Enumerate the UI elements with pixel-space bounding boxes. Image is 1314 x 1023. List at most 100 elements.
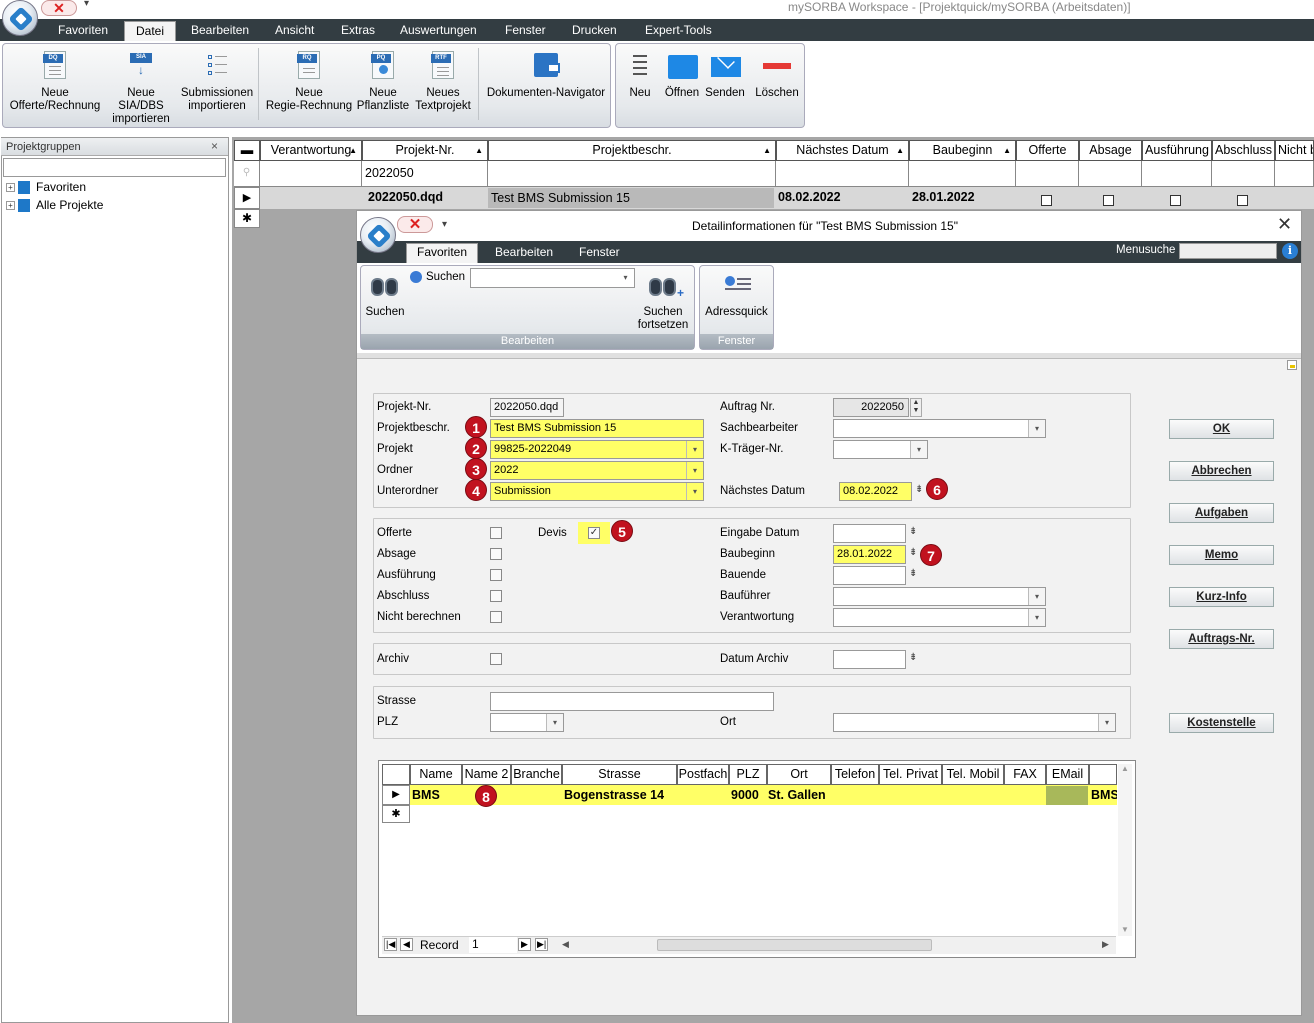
menu-ansicht[interactable]: Ansicht [275, 19, 314, 41]
col-plz[interactable]: PLZ [729, 764, 767, 785]
filter-projekt-nr[interactable]: 2022050 [362, 161, 488, 187]
menu-fenster[interactable]: Fenster [505, 19, 546, 41]
next-record-icon[interactable]: ▶ [518, 938, 531, 951]
cell-plz[interactable]: 9000 [731, 785, 759, 805]
chevron-down-icon[interactable]: ▾ [1028, 588, 1045, 605]
dialog-menu-bearbeiten[interactable]: Bearbeiten [495, 241, 553, 263]
strasse-field[interactable] [490, 692, 774, 711]
cell-ort[interactable]: St. Gallen [768, 785, 826, 805]
col-name[interactable]: Name [410, 764, 462, 785]
menu-extras[interactable]: Extras [341, 19, 375, 41]
import-submissions-button[interactable]: Submissionen importieren [180, 51, 254, 113]
col-baubeginn[interactable]: Baubeginn ▲ [909, 140, 1016, 161]
checkbox-abschluss[interactable] [1237, 193, 1248, 207]
baubeginn-field[interactable]: 28.01.2022 [833, 545, 906, 564]
col-fax[interactable]: FAX [1004, 764, 1046, 785]
last-record-icon[interactable]: ▶| [535, 938, 549, 951]
col-email[interactable]: EMail [1046, 764, 1089, 785]
new-plant-list-button[interactable]: PQ Neue Pflanzliste [355, 51, 411, 113]
filter-projektbeschr[interactable] [488, 161, 776, 187]
kostenstelle-button[interactable]: Kostenstelle [1169, 713, 1274, 733]
naechstes-datum-field[interactable]: 08.02.2022 [839, 482, 912, 501]
group-search-input[interactable] [3, 158, 226, 177]
chevron-down-icon[interactable]: ▾ [686, 441, 703, 458]
quick-access-icon[interactable]: ▾ [84, 0, 89, 9]
ausfuehrung-checkbox[interactable] [490, 569, 502, 581]
new-text-project-button[interactable]: RTF Neues Textprojekt [413, 51, 473, 113]
open-button[interactable]: Öffnen [661, 51, 703, 100]
import-sia-button[interactable]: SIA ↓ Neue SIA/DBS importieren [104, 51, 178, 126]
abbrechen-button[interactable]: Abbrechen [1169, 461, 1274, 481]
date-picker-icon[interactable]: ⇟ [915, 484, 923, 495]
row-pointer-icon[interactable]: ▶ [382, 785, 410, 805]
chevron-down-icon[interactable]: ▾ [1028, 420, 1045, 437]
info-icon[interactable]: i [1282, 243, 1298, 259]
col-name2[interactable]: Name 2 [462, 764, 511, 785]
kurz-info-button[interactable]: Kurz-Info [1169, 587, 1274, 607]
nicht-berechnen-checkbox[interactable] [490, 611, 502, 623]
spin-icon[interactable]: ▲ ▼ [910, 398, 922, 417]
filter-baubeginn[interactable] [909, 161, 1016, 187]
col-strasse[interactable]: Strasse [562, 764, 677, 785]
app-logo-icon[interactable] [360, 217, 396, 253]
dialog-menu-fenster[interactable]: Fenster [579, 241, 620, 263]
archiv-checkbox[interactable] [490, 653, 502, 665]
memo-button[interactable]: Memo [1169, 545, 1274, 565]
horizontal-scrollbar-thumb[interactable] [657, 939, 932, 951]
col-tel-privat[interactable]: Tel. Privat [879, 764, 942, 785]
cell-name[interactable]: BMS [412, 785, 440, 805]
col-telefon[interactable]: Telefon [831, 764, 879, 785]
chevron-down-icon[interactable]: ▾ [546, 714, 563, 731]
search-combo[interactable]: ▾ [470, 268, 635, 288]
chevron-down-icon[interactable]: ▾ [1028, 609, 1045, 626]
menu-drucken[interactable]: Drucken [572, 19, 617, 41]
unterordner-select[interactable]: Submission ▾ [490, 482, 704, 501]
col-verantwortung[interactable]: Verantwortung ▲ [260, 140, 362, 161]
send-button[interactable]: Senden [704, 51, 746, 100]
scroll-left-icon[interactable]: ◀ [562, 939, 569, 950]
new-offer-button[interactable]: DQ Neue Offerte/Rechnung [4, 51, 106, 113]
filter-naechstes[interactable] [776, 161, 909, 187]
cell-extra[interactable]: BMS [1091, 785, 1117, 805]
auftrag-nr-field[interactable]: 2022050 [833, 398, 909, 417]
cell-baubeginn[interactable]: 28.01.2022 [912, 190, 975, 204]
tree-item-alle-projekte[interactable]: + Alle Projekte [6, 198, 103, 213]
offerte-checkbox[interactable] [490, 527, 502, 539]
filter-absage[interactable] [1079, 161, 1142, 187]
auftrags-nr-button[interactable]: Auftrags-Nr. [1169, 629, 1274, 649]
dialog-menu-favoriten[interactable]: Favoriten [406, 243, 479, 263]
scroll-right-icon[interactable]: ▶ [1102, 939, 1109, 950]
ktraeger-select[interactable]: ▾ [833, 440, 928, 459]
quick-access-icon[interactable]: ▾ [442, 219, 447, 230]
menu-expert-tools[interactable]: Expert-Tools [645, 19, 712, 41]
projekt-nr-field[interactable]: 2022050.dqd [490, 398, 564, 417]
checkbox-offerte[interactable] [1041, 193, 1052, 207]
col-ausfuehrung[interactable]: Ausführung [1142, 140, 1212, 161]
new-button[interactable]: Neu [624, 51, 656, 100]
col-offerte[interactable]: Offerte [1016, 140, 1079, 161]
verantwortung-select[interactable]: ▾ [833, 608, 1046, 627]
checkbox-ausfuehrung[interactable] [1170, 193, 1181, 207]
record-number-input[interactable]: 1 [469, 937, 517, 953]
filter-abschluss[interactable] [1212, 161, 1275, 187]
grid-corner[interactable]: ▬ [234, 140, 260, 161]
document-navigator-button[interactable]: Dokumenten-Navigator [484, 51, 608, 100]
adressquick-button[interactable]: Adressquick [701, 272, 772, 319]
baufuehrer-select[interactable]: ▾ [833, 587, 1046, 606]
chevron-down-icon[interactable]: ▾ [686, 483, 703, 500]
filter-ausfuehrung[interactable] [1142, 161, 1212, 187]
menu-bearbeiten[interactable]: Bearbeiten [191, 19, 249, 41]
close-icon[interactable]: ✕ [41, 0, 77, 16]
projektbeschr-field[interactable]: Test BMS Submission 15 [490, 419, 704, 438]
filter-verantwortung[interactable] [260, 161, 362, 187]
expand-icon[interactable]: + [6, 201, 15, 211]
app-logo-icon[interactable] [2, 0, 38, 36]
date-picker-icon[interactable]: ⇟ [909, 568, 917, 579]
search-button[interactable]: Suchen [362, 272, 408, 319]
col-absage[interactable]: Absage [1079, 140, 1142, 161]
col-abschluss[interactable]: Abschluss [1212, 140, 1275, 161]
col-projekt-nr[interactable]: Projekt-Nr. ▲ [362, 140, 488, 161]
cell-projektbeschr[interactable]: Test BMS Submission 15 [488, 188, 774, 208]
search-continue-button[interactable]: + Suchen fortsetzen [632, 272, 694, 332]
date-picker-icon[interactable]: ⇟ [909, 652, 917, 663]
